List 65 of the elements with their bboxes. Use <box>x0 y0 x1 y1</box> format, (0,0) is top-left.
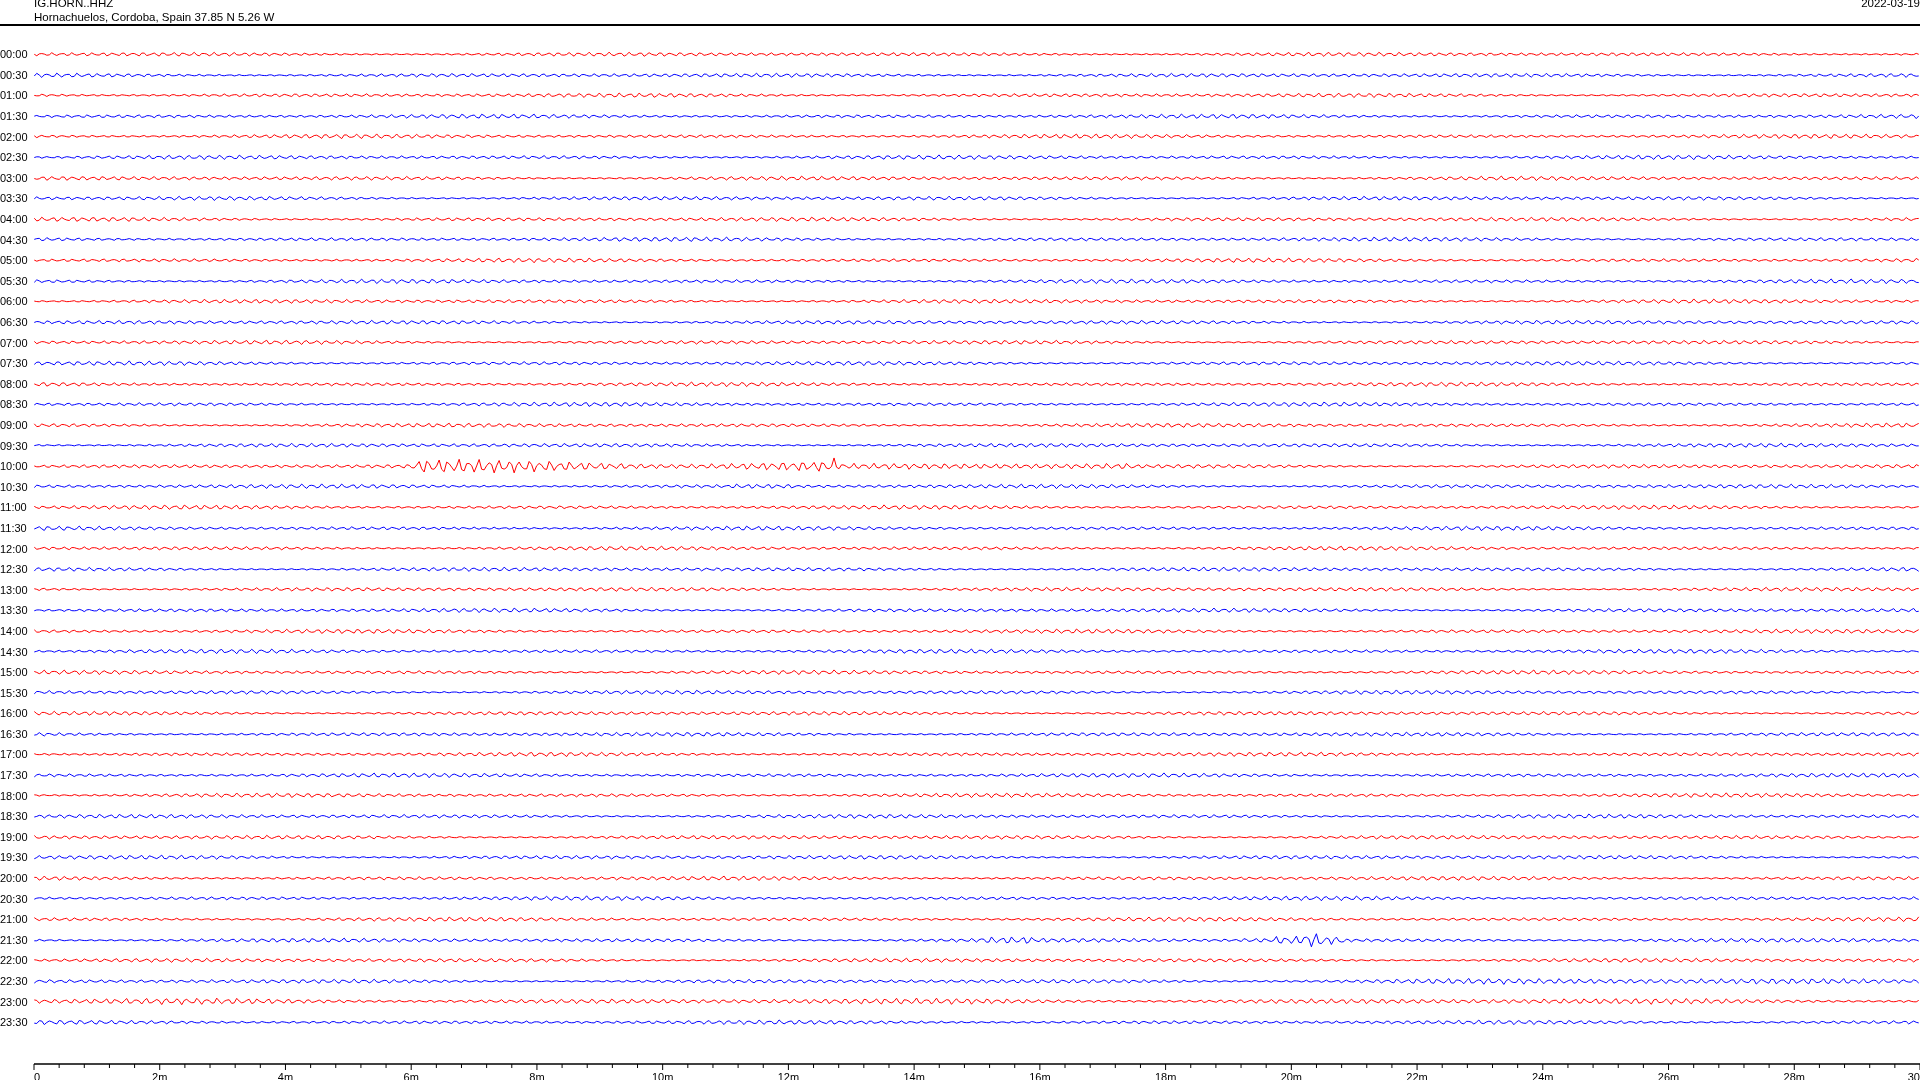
time-label: 22:00 <box>0 954 29 967</box>
time-label: 18:30 <box>0 810 29 823</box>
axis-label: 10m <box>651 1070 674 1080</box>
time-label: 20:00 <box>0 872 29 885</box>
time-label: 13:00 <box>0 583 29 596</box>
time-label: 00:30 <box>0 68 29 81</box>
time-label: 08:00 <box>0 377 29 390</box>
time-label: 09:00 <box>0 419 29 431</box>
axis-label: 28m <box>1783 1070 1805 1080</box>
time-label: 08:30 <box>0 398 29 411</box>
time-label: 02:00 <box>0 130 29 143</box>
time-label: 19:30 <box>0 851 29 864</box>
time-label: 10:00 <box>0 460 29 473</box>
axis-label: 8m <box>529 1070 545 1080</box>
time-label: 17:00 <box>0 748 29 761</box>
time-label: 10:30 <box>0 480 29 493</box>
time-label: 03:00 <box>0 171 29 184</box>
axis-label: 24m <box>1532 1070 1554 1080</box>
time-label: 07:30 <box>0 357 29 370</box>
time-label: 11:30 <box>0 521 28 534</box>
time-label: 11:00 <box>0 501 28 514</box>
time-label: 05:00 <box>0 254 29 267</box>
axis-label: 22m <box>1406 1070 1428 1080</box>
time-label: 23:00 <box>0 995 29 1008</box>
axis-label: 2m <box>152 1070 168 1080</box>
time-label: 15:30 <box>0 686 29 699</box>
time-label: 16:00 <box>0 707 29 720</box>
time-label: 03:30 <box>0 192 29 205</box>
time-label: 17:30 <box>0 769 29 782</box>
time-label: 06:00 <box>0 295 29 308</box>
axis-label: 12m <box>777 1070 800 1080</box>
time-label: 21:30 <box>0 933 29 946</box>
axis-label: 18m <box>1154 1070 1177 1080</box>
time-label: 05:30 <box>0 274 29 287</box>
time-label: 14:30 <box>0 645 29 658</box>
time-label: 22:30 <box>0 975 29 987</box>
time-label: 14:00 <box>0 624 29 637</box>
station-location: Hornachuelos, Cordoba, Spain 37.85 N 5.26 W <box>34 10 275 24</box>
axis-label: 0 <box>34 1070 41 1080</box>
time-label: 02:30 <box>0 151 29 164</box>
axis-label: 6m <box>403 1070 419 1080</box>
time-label: 16:30 <box>0 727 29 740</box>
time-label: 09:30 <box>0 439 29 452</box>
time-label: 12:00 <box>0 542 29 555</box>
time-label: 07:00 <box>0 336 29 349</box>
axis-label: 4m <box>277 1070 294 1080</box>
time-label: 21:00 <box>0 913 29 926</box>
time-label: 18:00 <box>0 789 29 802</box>
time-label: 19:00 <box>0 830 29 843</box>
axis-label: 14m <box>903 1070 925 1080</box>
axis-label: 30 <box>1907 1070 1920 1080</box>
time-label: 20:30 <box>0 892 29 905</box>
time-label: 01:30 <box>0 110 29 123</box>
time-label: 06:30 <box>0 316 29 328</box>
axis-label: 26m <box>1657 1070 1680 1080</box>
time-label: 15:00 <box>0 666 29 679</box>
axis-label: 20m <box>1280 1070 1303 1080</box>
time-label: 13:30 <box>0 604 29 617</box>
time-label: 04:30 <box>0 233 29 246</box>
time-label: 04:00 <box>0 213 29 226</box>
time-label: 23:30 <box>0 1016 29 1029</box>
time-label: 12:30 <box>0 563 29 576</box>
axis-label: 16m <box>1029 1070 1051 1080</box>
time-label: 00:00 <box>0 48 29 61</box>
time-label: 01:00 <box>0 89 29 102</box>
